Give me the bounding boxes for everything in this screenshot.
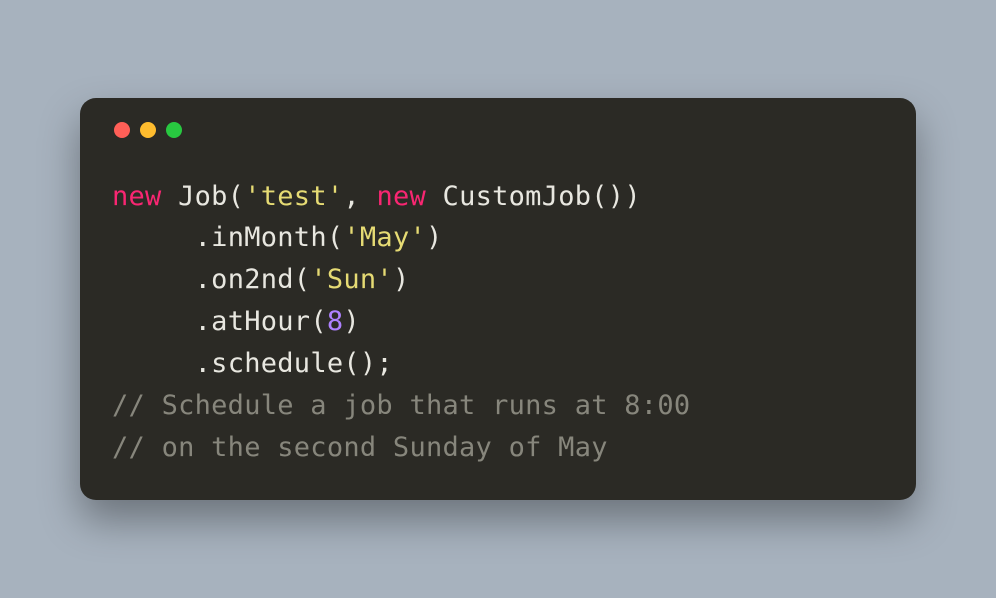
code-comment-2: // on the second Sunday of May <box>112 432 608 463</box>
code-comment-1: // Schedule a job that runs at 8:00 <box>112 390 690 421</box>
close-icon[interactable] <box>114 122 130 138</box>
code-line-5: .schedule(); <box>112 348 393 379</box>
string-test: 'test' <box>244 181 343 212</box>
identifier-customjob: CustomJob()) <box>443 181 641 212</box>
number-8: 8 <box>327 306 344 337</box>
minimize-icon[interactable] <box>140 122 156 138</box>
code-window: new Job('test', new CustomJob()) .inMont… <box>80 98 916 501</box>
method-inmonth: .inMonth( <box>195 222 344 253</box>
code-line-4: .atHour(8) <box>112 306 360 337</box>
identifier-job: Job( <box>178 181 244 212</box>
keyword-new: new <box>112 181 162 212</box>
string-sun: 'Sun' <box>310 264 393 295</box>
traffic-lights <box>114 122 884 138</box>
string-may: 'May' <box>343 222 426 253</box>
code-line-2: .inMonth('May') <box>112 222 443 253</box>
keyword-new: new <box>376 181 426 212</box>
code-line-1: new Job('test', new CustomJob()) <box>112 181 641 212</box>
method-schedule: .schedule(); <box>195 348 393 379</box>
code-line-3: .on2nd('Sun') <box>112 264 410 295</box>
method-on2nd: .on2nd( <box>195 264 311 295</box>
maximize-icon[interactable] <box>166 122 182 138</box>
method-athour: .atHour( <box>195 306 327 337</box>
code-block: new Job('test', new CustomJob()) .inMont… <box>112 176 884 469</box>
